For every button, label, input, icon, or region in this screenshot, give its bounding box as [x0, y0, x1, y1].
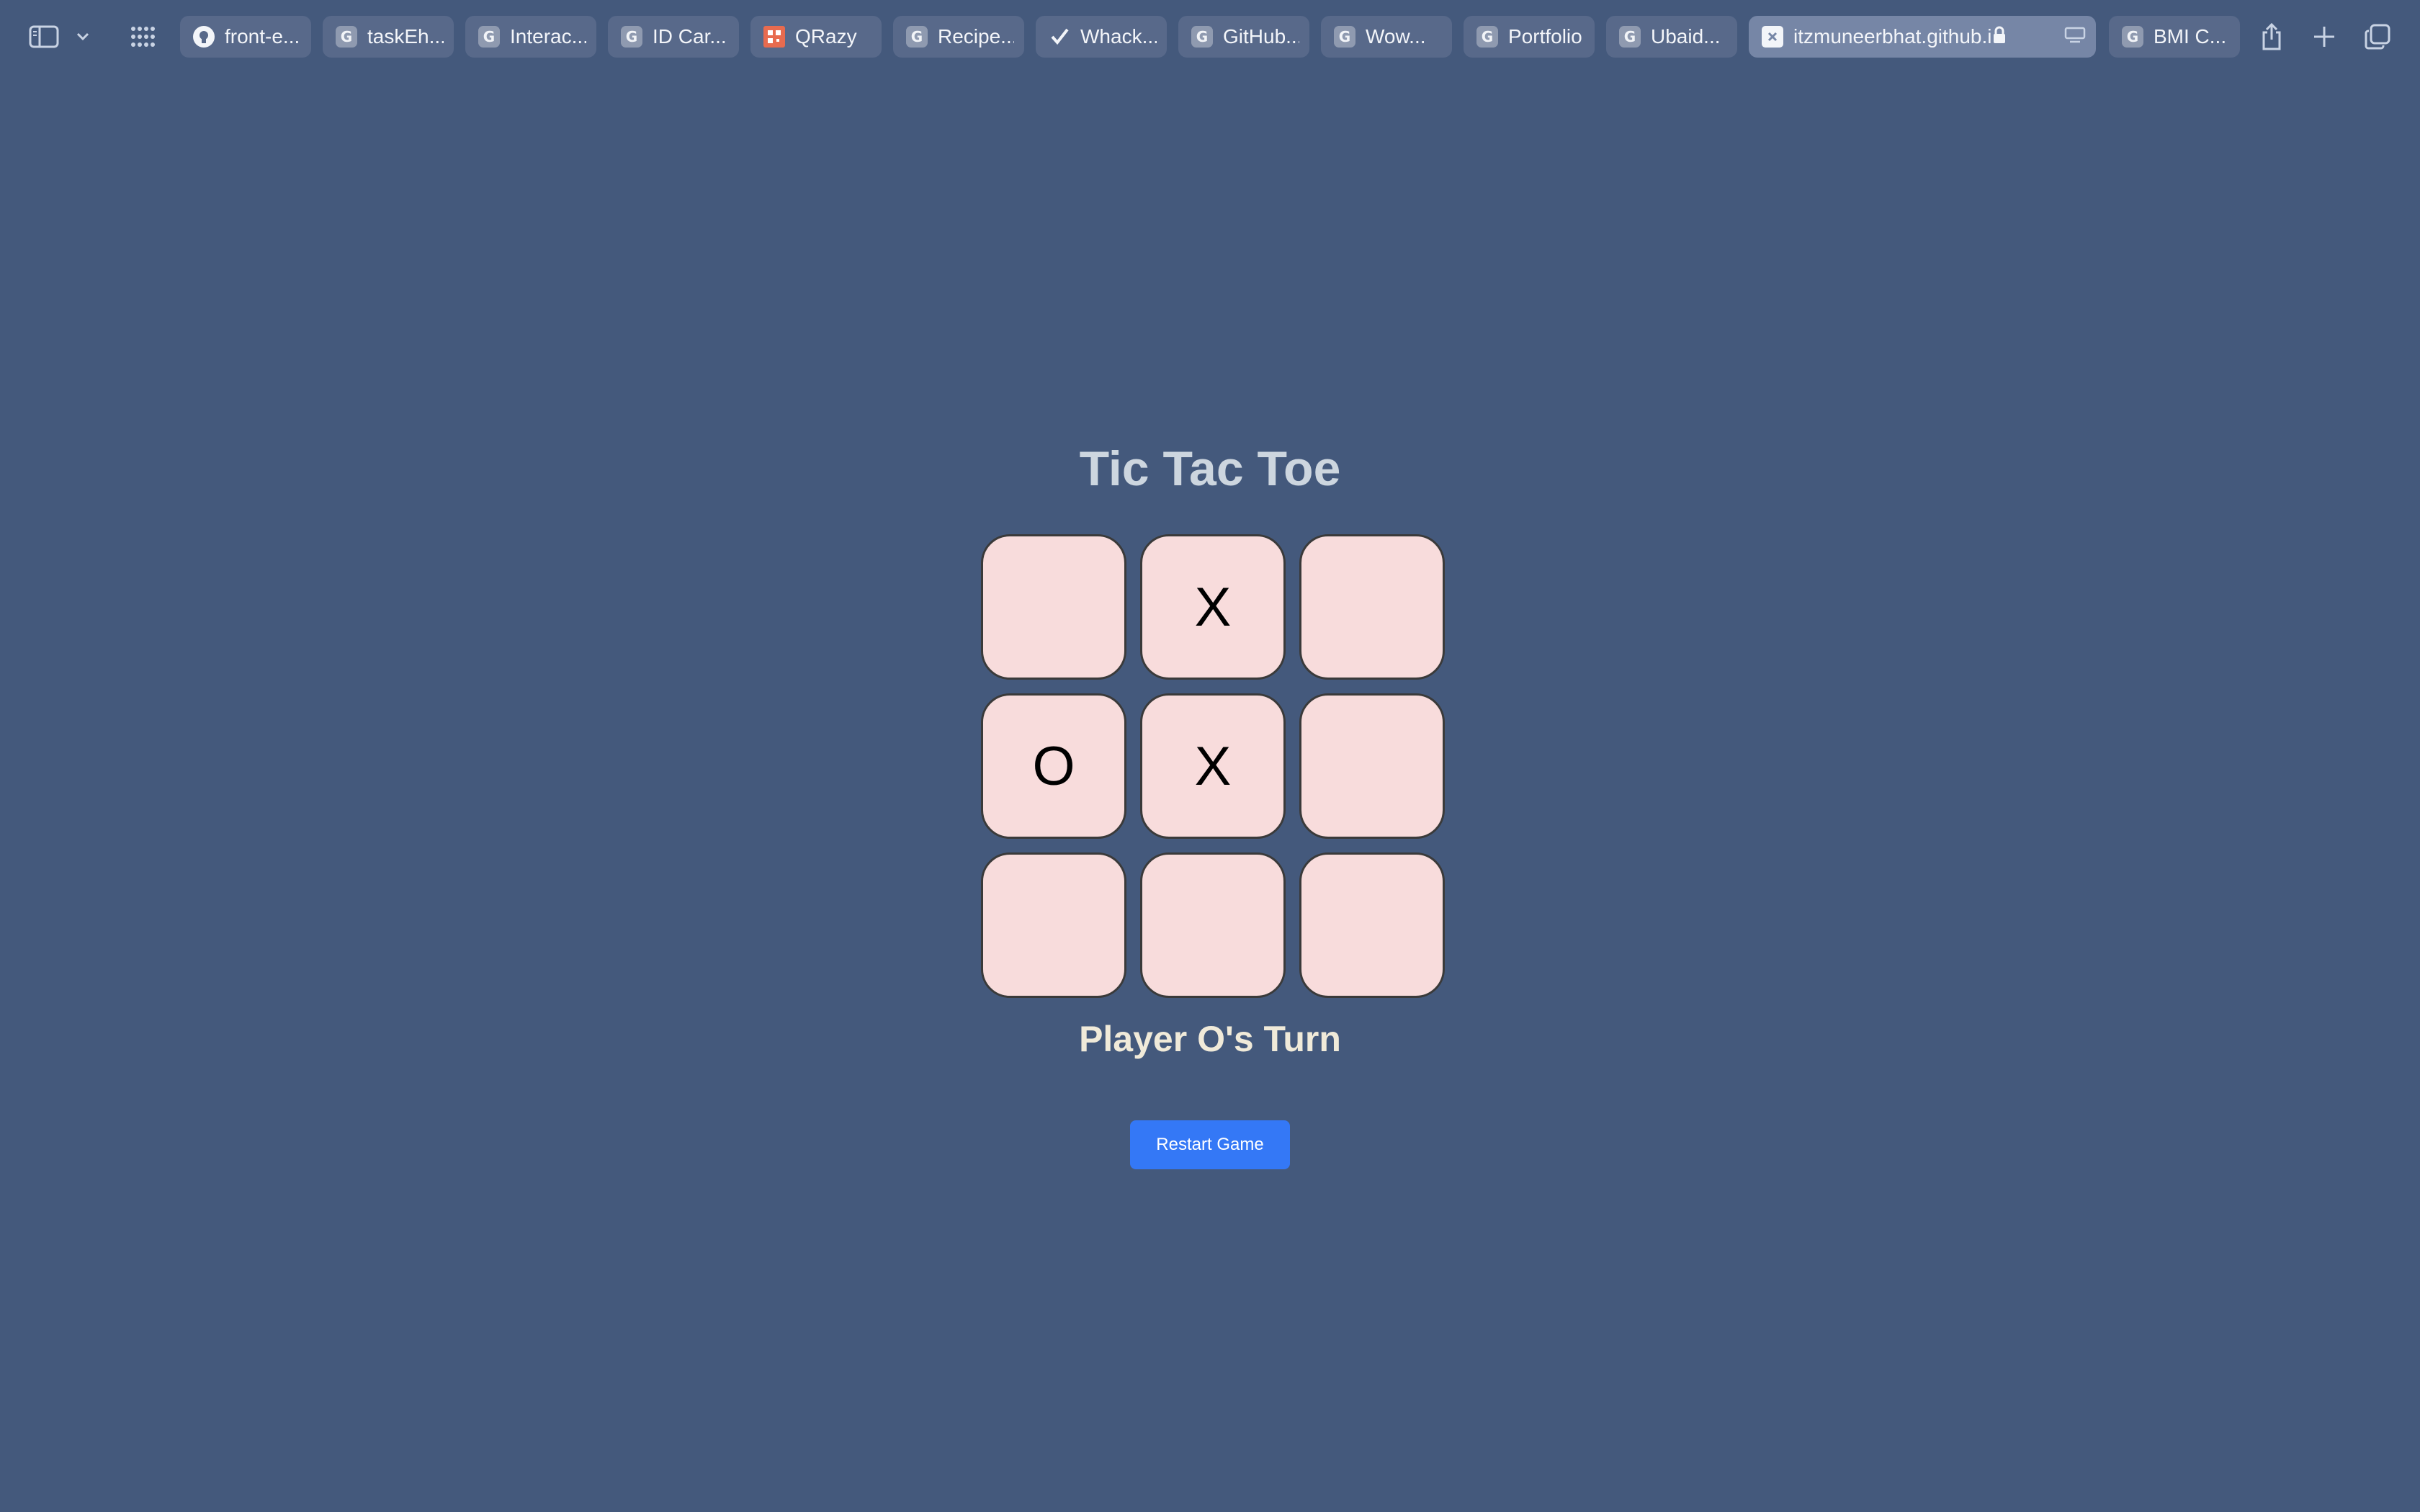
- browser-tab[interactable]: GtaskEh...: [323, 16, 454, 58]
- share-icon[interactable]: [2254, 19, 2289, 55]
- restart-button[interactable]: Restart Game: [1130, 1120, 1290, 1169]
- browser-tab[interactable]: QRazy: [750, 16, 882, 58]
- qr-icon: [763, 26, 785, 48]
- new-tab-icon[interactable]: [2308, 20, 2341, 53]
- browser-tab[interactable]: G Portfolio: [1464, 16, 1595, 58]
- g-icon: G: [1191, 26, 1213, 48]
- board-cell[interactable]: O: [981, 693, 1126, 839]
- tab-label: Wow...: [1366, 25, 1426, 48]
- g-icon: G: [1619, 26, 1641, 48]
- checkmark-icon: [1049, 26, 1070, 48]
- game-board: XOX: [981, 534, 1445, 998]
- tab-label: Whack...: [1080, 25, 1157, 48]
- g-icon: G: [336, 26, 357, 48]
- board-cell[interactable]: X: [1140, 534, 1286, 680]
- tab-label: Interac...: [510, 25, 586, 48]
- browser-tab[interactable]: G Recipe...: [893, 16, 1024, 58]
- g-icon: G: [906, 26, 928, 48]
- board-cell[interactable]: [1299, 693, 1445, 839]
- sidebar-toggle-icon[interactable]: [26, 22, 62, 52]
- g-icon: G: [2122, 26, 2143, 48]
- g-icon: G: [1476, 26, 1498, 48]
- tab-controls: [1992, 26, 2086, 48]
- lock-icon: [1992, 26, 2007, 48]
- tab-label: QRazy: [795, 25, 857, 48]
- chevron-down-icon[interactable]: [72, 26, 94, 48]
- board-cell[interactable]: [1299, 852, 1445, 998]
- tab-label: Portfolio: [1508, 25, 1582, 48]
- tab-label: Ubaid...: [1651, 25, 1721, 48]
- board-cell[interactable]: [981, 852, 1126, 998]
- tab-overview-icon[interactable]: [2361, 20, 2394, 53]
- tab-label: BMI C...: [2154, 25, 2227, 48]
- g-icon: G: [478, 26, 500, 48]
- tab-label: ID Car...: [653, 25, 727, 48]
- page: front-e... GtaskEh... G Interac... G ID Car..…: [0, 0, 2420, 1512]
- board-cell[interactable]: [1299, 534, 1445, 680]
- browser-tab[interactable]: G GitHub...: [1178, 16, 1309, 58]
- browser-tab[interactable]: itzmuneerbhat.github.io: [1749, 16, 2096, 58]
- tab-label: Recipe...: [938, 25, 1014, 48]
- browser-tab[interactable]: Whack...: [1036, 16, 1167, 58]
- browser-tab[interactable]: G Wow...: [1321, 16, 1452, 58]
- browser-tab[interactable]: front-e...: [180, 16, 311, 58]
- reader-mode-icon[interactable]: [2064, 27, 2086, 48]
- browser-tab[interactable]: G Ubaid...: [1606, 16, 1737, 58]
- tab-label: GitHub...: [1223, 25, 1299, 48]
- board-cell[interactable]: [981, 534, 1126, 680]
- g-icon: G: [621, 26, 642, 48]
- board-cell[interactable]: [1140, 852, 1286, 998]
- x-icon: [1762, 26, 1783, 48]
- page-title: Tic Tac Toe: [1079, 441, 1341, 496]
- tab-label: front-e...: [225, 25, 300, 48]
- tab-overview-grid-icon[interactable]: [127, 23, 160, 50]
- turn-status: Player O's Turn: [1079, 1019, 1341, 1059]
- g-icon: G: [1334, 26, 1355, 48]
- browser-tab[interactable]: G Interac...: [465, 16, 596, 58]
- browser-tab[interactable]: G ID Car...: [608, 16, 739, 58]
- tab-label: itzmuneerbhat.github.io: [1793, 25, 1992, 48]
- board-cell[interactable]: X: [1140, 693, 1286, 839]
- browser-tab[interactable]: G BMI C...: [2109, 16, 2240, 58]
- github-icon: [193, 26, 215, 48]
- browser-toolbar: front-e... GtaskEh... G Interac... G ID Car..…: [0, 0, 2420, 73]
- tab-label: taskEh...: [367, 25, 444, 48]
